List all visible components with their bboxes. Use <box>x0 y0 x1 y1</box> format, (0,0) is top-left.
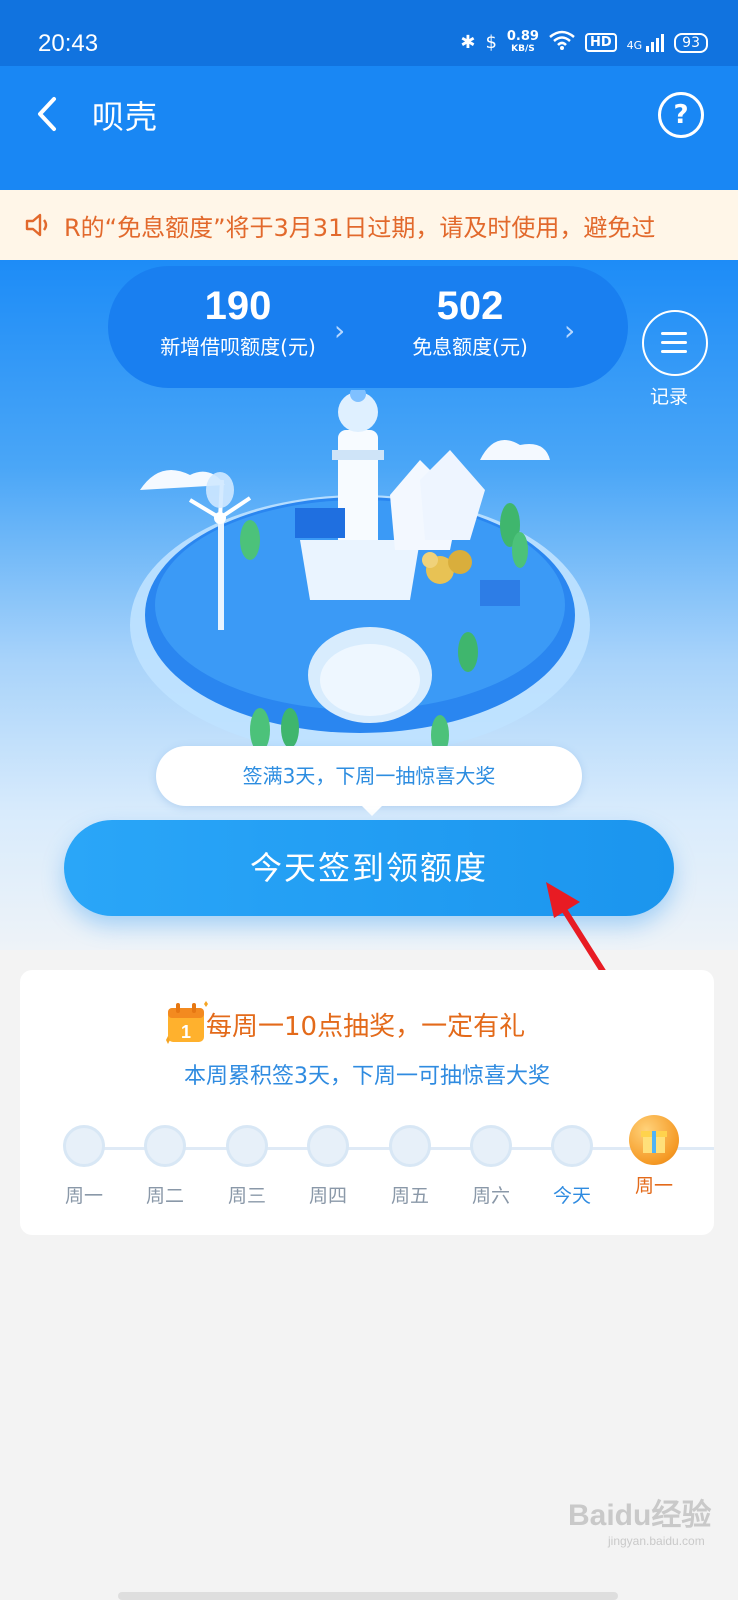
signal-icon: 4G <box>626 33 665 52</box>
day-dot <box>226 1125 268 1167</box>
stats-pill: 190 新增借呗额度(元) › 502 免息额度(元) › <box>108 266 628 388</box>
stat-label: 免息额度(元) <box>412 335 528 359</box>
promo-title: 每周一10点抽奖，一定有礼 <box>206 1012 526 1042</box>
gift-icon <box>629 1115 679 1165</box>
stat-value: 190 <box>204 284 272 328</box>
day-dot <box>551 1125 593 1167</box>
weekly-checkin-card: 1 每周一10点抽奖，一定有礼 本周累积签3天，下周一可抽惊喜大奖 周一 周二 … <box>20 970 714 1235</box>
menu-icon-line <box>661 350 687 353</box>
day-item: 周六 <box>456 1125 526 1208</box>
stat-value: 502 <box>436 284 504 328</box>
day-dot <box>389 1125 431 1167</box>
menu-icon-line <box>661 341 687 344</box>
stat-interest-free[interactable]: 502 免息额度(元) <box>370 284 570 360</box>
status-bar: 20:43 ✱ $ 0.89 KB/S HD 4G 93 <box>0 0 738 66</box>
day-label: 周四 <box>308 1185 347 1207</box>
home-indicator[interactable] <box>118 1592 618 1600</box>
chevron-right-icon: › <box>564 314 576 347</box>
hero-section: 190 新增借呗额度(元) › 502 免息额度(元) › 记录 签满3天，下周… <box>0 260 738 950</box>
stat-new-credit[interactable]: 190 新增借呗额度(元) <box>138 284 338 360</box>
watermark-brand: Baidu经验 <box>568 1499 712 1532</box>
status-time: 20:43 <box>38 30 99 57</box>
menu-icon-line <box>661 332 687 335</box>
help-icon[interactable]: ? <box>658 92 704 138</box>
day-item: 周一 <box>49 1125 119 1208</box>
network-speed: 0.89 KB/S <box>506 28 539 55</box>
day-label: 周三 <box>227 1185 266 1207</box>
network-speed-value: 0.89 <box>506 28 539 44</box>
day-dot <box>144 1125 186 1167</box>
day-label: 周一 <box>634 1175 673 1197</box>
page-title: 呗壳 <box>92 98 159 136</box>
signal-label: 4G <box>626 38 643 52</box>
promo-subtitle: 本周累积签3天，下周一可抽惊喜大奖 <box>184 1064 550 1089</box>
sign-reward-bubble: 签满3天，下周一抽惊喜大奖 <box>156 746 582 816</box>
notice-text: R的“免息额度”将于3月31日过期，请及时使用，避免过 <box>64 214 656 242</box>
watermark-url: jingyan.baidu.com <box>608 1534 705 1548</box>
status-icons: ✱ $ 0.89 KB/S HD 4G 93 <box>460 30 708 55</box>
bluetooth-icon: ✱ <box>460 32 476 53</box>
day-item: 周五 <box>375 1125 445 1208</box>
day-label: 周六 <box>471 1185 510 1207</box>
app-bar: 呗壳 ? <box>0 66 738 190</box>
day-item-today: 今天 <box>537 1125 607 1208</box>
hd-badge: HD <box>584 33 617 52</box>
chevron-right-icon: › <box>334 314 346 347</box>
back-chevron-icon[interactable] <box>30 94 70 134</box>
day-dot <box>63 1125 105 1167</box>
record-label: 记录 <box>650 386 689 408</box>
day-item: 周二 <box>130 1125 200 1208</box>
network-speed-unit: KB/S <box>511 43 535 54</box>
speaker-icon <box>24 210 54 240</box>
day-label: 周一 <box>64 1185 103 1207</box>
day-label: 周二 <box>145 1185 184 1207</box>
record-button[interactable] <box>642 310 708 376</box>
shield-dollar-icon: $ <box>485 32 497 53</box>
calendar-icon: 1 <box>166 1001 208 1044</box>
day-item: 周三 <box>212 1125 282 1208</box>
stat-label: 新增借呗额度(元) <box>160 335 316 359</box>
day-dot <box>307 1125 349 1167</box>
day-item: 周四 <box>293 1125 363 1208</box>
notice-banner[interactable]: R的“免息额度”将于3月31日过期，请及时使用，避免过 <box>0 190 738 260</box>
watermark: Baidu经验 jingyan.baidu.com <box>568 1490 711 1548</box>
day-label: 周五 <box>390 1185 429 1207</box>
calendar-day-number: 1 <box>181 1022 191 1042</box>
lighthouse-island-illustration <box>130 390 590 755</box>
day-item-gift[interactable]: 周一 <box>619 1115 689 1198</box>
wifi-icon <box>549 30 575 55</box>
day-dot <box>470 1125 512 1167</box>
day-label: 今天 <box>552 1185 591 1207</box>
battery-indicator: 93 <box>674 32 708 53</box>
